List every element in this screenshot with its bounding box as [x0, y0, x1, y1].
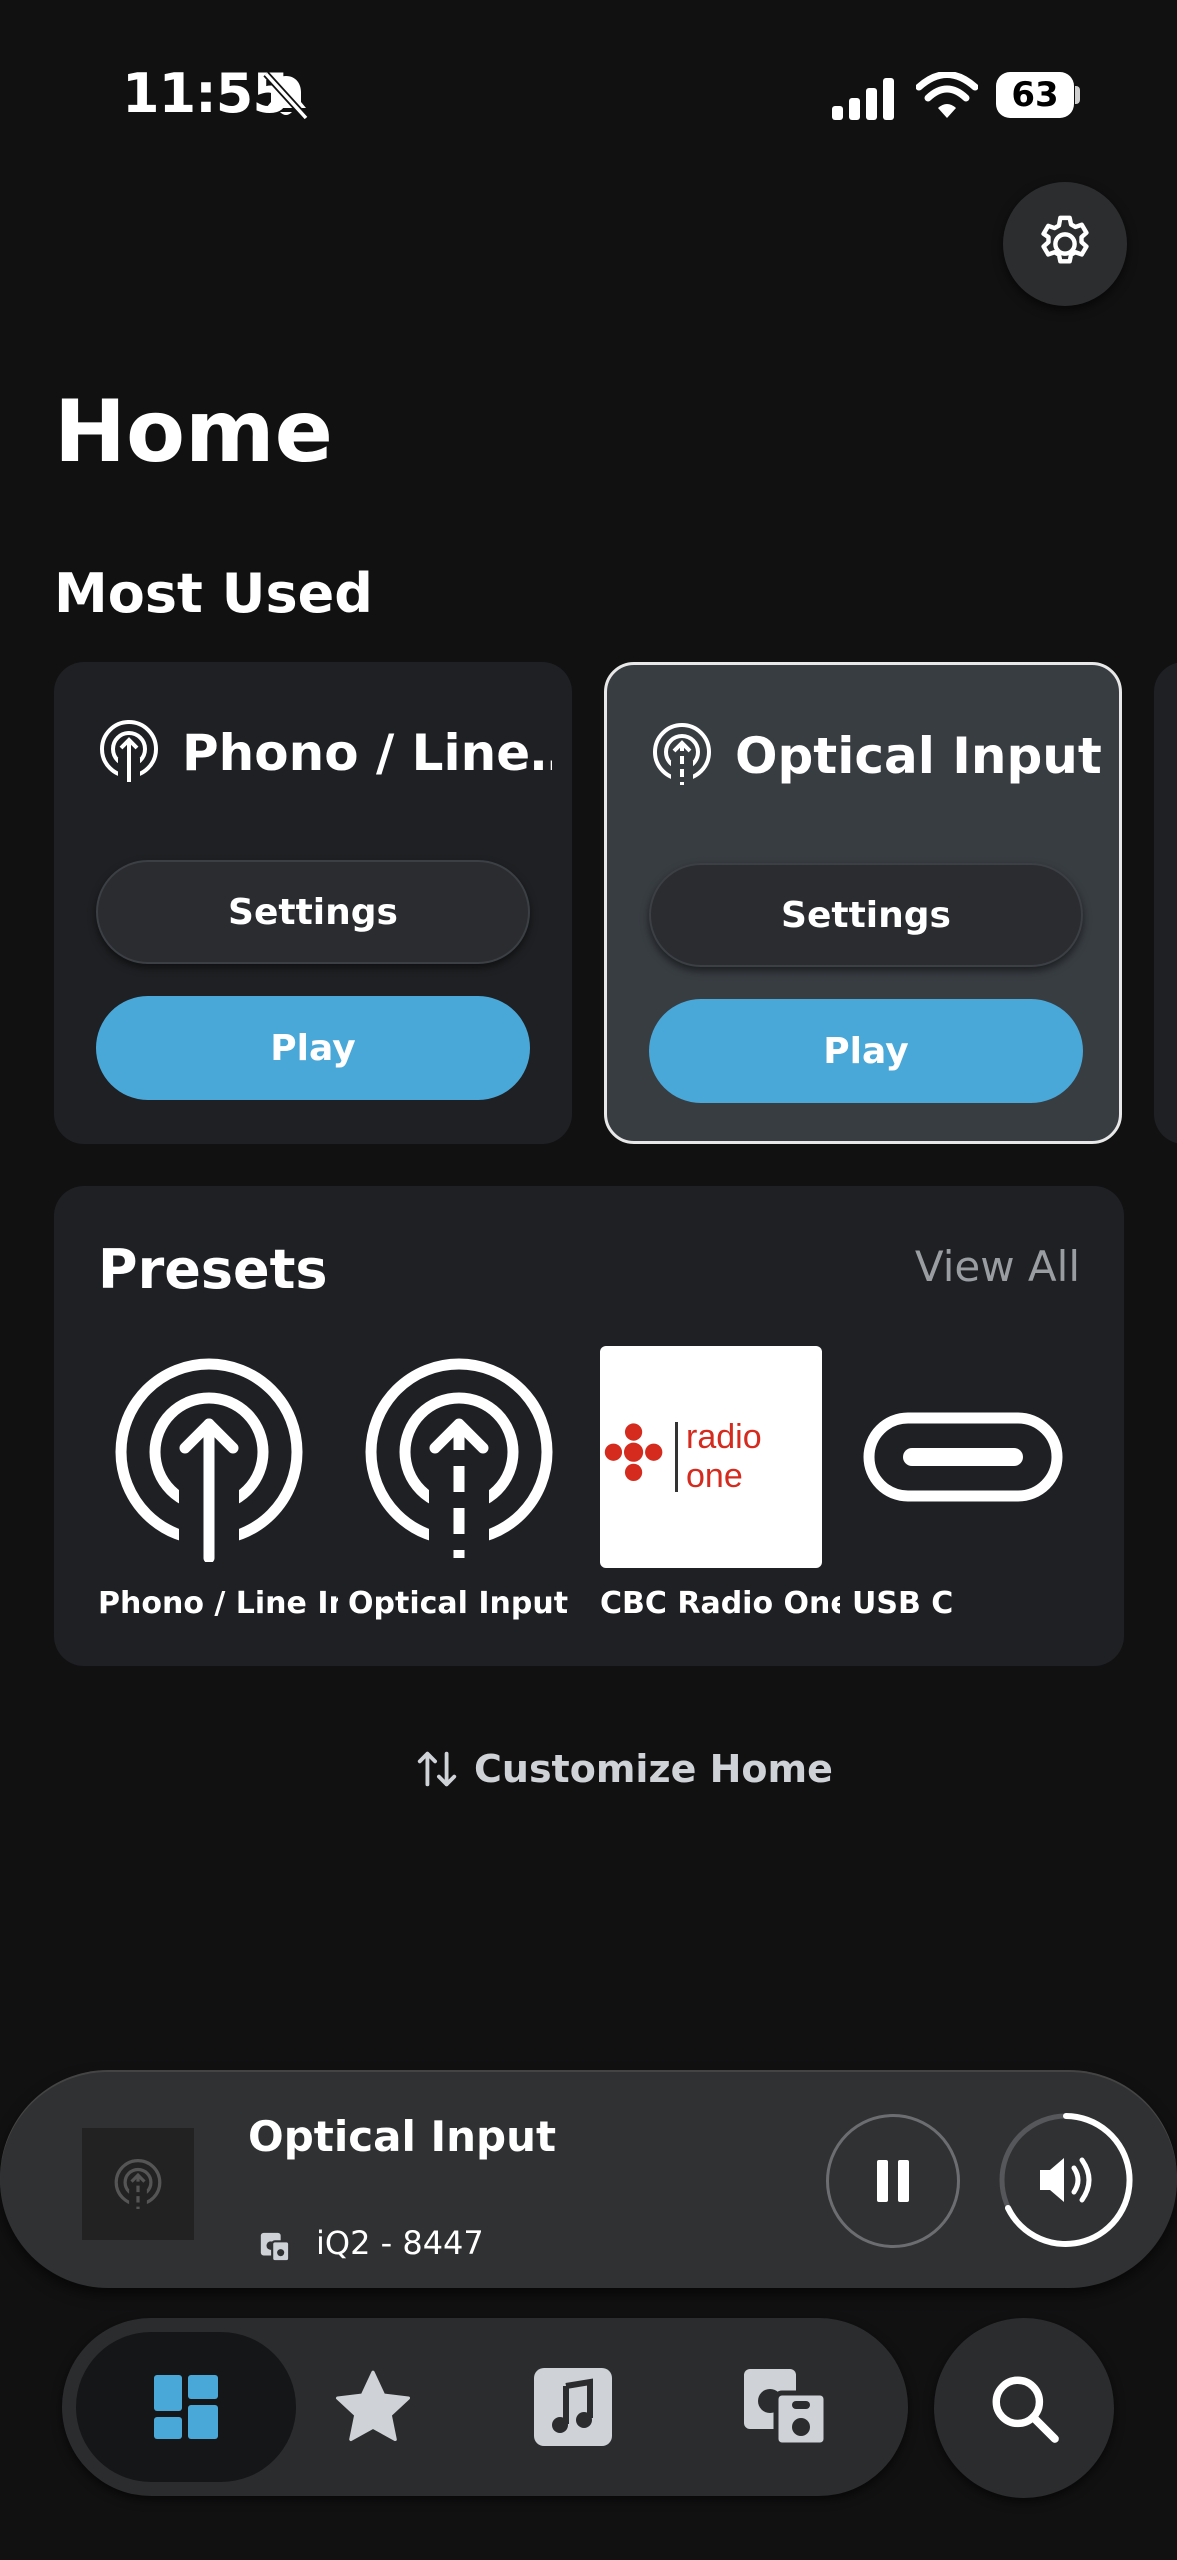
gear-icon: [1041, 215, 1089, 264]
customize-home-label: Customize Home: [474, 1747, 833, 1791]
page-title: Home: [54, 382, 333, 482]
tab-bar: [62, 2318, 908, 2496]
most-used-card-partial[interactable]: [1154, 662, 1177, 1144]
now-playing-device: iQ2 - 8447: [316, 2224, 484, 2262]
wifi-icon: [916, 72, 978, 118]
settings-button[interactable]: [1003, 182, 1127, 306]
star-icon: [335, 2370, 411, 2442]
usb-c-icon: [863, 1412, 1063, 1502]
now-playing-bar[interactable]: Optical Input iQ2 - 8447: [0, 2072, 1177, 2288]
reorder-arrows-icon: [417, 1751, 457, 1787]
settings-button[interactable]: Settings: [649, 863, 1083, 967]
tab-devices[interactable]: [710, 2332, 860, 2482]
tab-favorites[interactable]: [298, 2332, 448, 2482]
speaker-group-icon: [744, 2369, 828, 2447]
card-title: Optical Input: [735, 727, 1102, 785]
play-button[interactable]: Play: [649, 999, 1083, 1103]
preset-item[interactable]: USB C: [852, 1346, 1082, 1621]
most-used-card-phono[interactable]: Phono / Line… Settings Play: [54, 662, 572, 1144]
bell-muted-icon: [263, 71, 309, 121]
preset-label: CBC Radio One…: [600, 1586, 840, 1621]
cbc-gem-icon: [604, 1423, 663, 1481]
input-solid-icon: [115, 1358, 303, 1562]
preset-label: Optical Input: [348, 1586, 569, 1621]
card-title: Phono / Line…: [182, 724, 552, 782]
battery-indicator: 63: [996, 72, 1080, 120]
input-solid-icon: [100, 720, 158, 784]
tab-music[interactable]: [498, 2332, 648, 2482]
volume-button[interactable]: [996, 2110, 1136, 2250]
pause-icon: [877, 2160, 909, 2202]
most-used-card-optical[interactable]: Optical Input Settings Play: [604, 662, 1122, 1144]
dashboard-icon: [154, 2375, 218, 2439]
presets-panel: Presets View All Phono / Line In Optical: [54, 1186, 1124, 1666]
view-all-link[interactable]: View All: [915, 1242, 1080, 1291]
search-button[interactable]: [934, 2318, 1114, 2498]
now-playing-artwork: [82, 2128, 194, 2240]
input-dashed-icon: [653, 723, 711, 787]
preset-item[interactable]: Phono / Line In: [98, 1346, 338, 1621]
tab-home[interactable]: [76, 2332, 296, 2482]
customize-home-button[interactable]: Customize Home: [414, 1746, 833, 1792]
input-dashed-icon: [365, 1358, 553, 1562]
now-playing-title: Optical Input: [248, 2112, 557, 2161]
cbc-radio-one-logo: radio one: [600, 1346, 822, 1568]
preset-label: Phono / Line In: [98, 1586, 338, 1621]
volume-icon: [999, 2113, 1133, 2247]
cbc-logo-text: radio one: [686, 1418, 762, 1495]
speaker-group-icon: [260, 2232, 291, 2263]
most-used-title: Most Used: [54, 562, 373, 625]
search-icon: [992, 2376, 1059, 2443]
cellular-signal-icon: [832, 78, 894, 120]
settings-button[interactable]: Settings: [96, 860, 530, 964]
preset-label: USB C: [852, 1586, 954, 1621]
preset-item[interactable]: Optical Input: [348, 1346, 578, 1621]
input-dashed-icon: [114, 2159, 162, 2211]
battery-level: 63: [996, 72, 1074, 118]
play-button[interactable]: Play: [96, 996, 530, 1100]
pause-button[interactable]: [826, 2114, 960, 2248]
presets-title: Presets: [98, 1238, 328, 1301]
preset-item[interactable]: radio one CBC Radio One…: [600, 1346, 840, 1621]
music-note-icon: [534, 2368, 612, 2446]
